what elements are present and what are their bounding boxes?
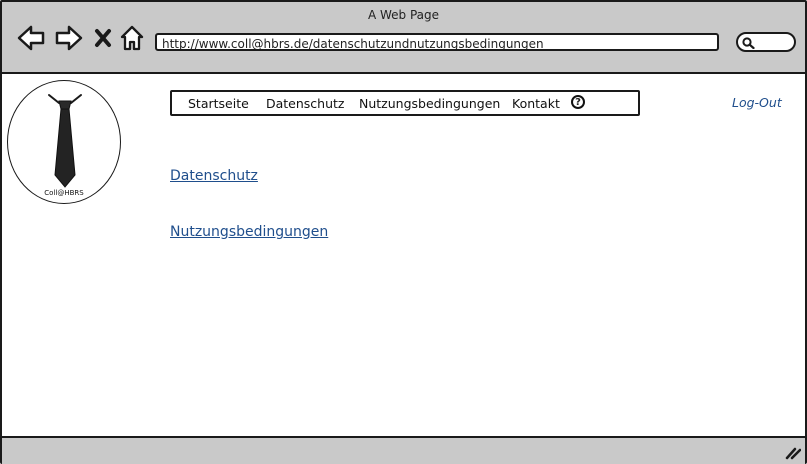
help-icon[interactable]: ? xyxy=(571,95,585,109)
back-arrow-icon[interactable] xyxy=(16,24,46,52)
nav-item-datenschutz[interactable]: Datenschutz xyxy=(266,96,345,111)
search-icon xyxy=(742,37,755,49)
logo-text: Coll@HBRS xyxy=(44,189,84,197)
browser-titlebar: A Web Page http://www.coll@hbrs.de/daten… xyxy=(2,2,805,74)
main-navigation: Startseite Datenschutz Nutzungsbedingung… xyxy=(170,90,640,116)
browser-window: A Web Page http://www.coll@hbrs.de/daten… xyxy=(0,0,807,464)
search-field[interactable] xyxy=(736,32,796,52)
resize-grip-icon[interactable] xyxy=(785,446,801,460)
close-x-icon[interactable] xyxy=(94,28,112,48)
forward-arrow-icon[interactable] xyxy=(54,24,84,52)
browser-statusbar xyxy=(2,436,805,464)
nav-item-nutzungsbedingungen[interactable]: Nutzungsbedingungen xyxy=(359,96,500,111)
home-icon[interactable] xyxy=(119,24,145,52)
window-title: A Web Page xyxy=(367,8,440,22)
nav-item-startseite[interactable]: Startseite xyxy=(188,96,249,111)
site-logo[interactable]: Coll@HBRS xyxy=(7,80,121,204)
address-bar[interactable]: http://www.coll@hbrs.de/datenschutzundnu… xyxy=(155,33,719,51)
nutzungsbedingungen-link[interactable]: Nutzungsbedingungen xyxy=(170,224,328,240)
datenschutz-link[interactable]: Datenschutz xyxy=(170,168,258,184)
nav-item-kontakt[interactable]: Kontakt xyxy=(512,96,560,111)
necktie-icon xyxy=(48,94,82,188)
logout-link[interactable]: Log-Out xyxy=(732,95,782,110)
